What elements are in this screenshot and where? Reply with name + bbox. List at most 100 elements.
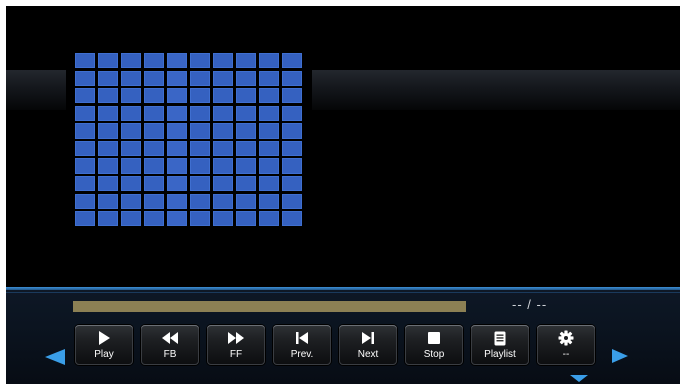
settings-button[interactable]: --: [537, 325, 595, 365]
thumbnail-tile: [282, 211, 302, 227]
thumbnail-tile: [144, 158, 164, 174]
fast-forward-button[interactable]: FF: [207, 325, 265, 365]
thumbnail-tile: [213, 70, 233, 86]
thumbnail-tile: [98, 140, 118, 157]
thumbnail-tile: [236, 176, 256, 192]
thumbnail-tile: [282, 123, 302, 139]
thumbnail-tile: [121, 105, 141, 121]
play-button[interactable]: Play: [75, 325, 133, 365]
thumbnail-tile: [98, 53, 118, 69]
thumbnail-tile: [236, 70, 256, 86]
thumbnail-tile: [167, 176, 187, 192]
thumbnail-tile: [190, 53, 210, 69]
fast-backward-button[interactable]: FB: [141, 325, 199, 365]
thumbnail-tile: [213, 158, 233, 174]
play-icon: [75, 329, 133, 347]
thumbnail-tile: [98, 176, 118, 192]
thumbnail-tile: [236, 193, 256, 209]
thumbnail-tile: [236, 53, 256, 69]
thumbnail-tile: [98, 158, 118, 174]
thumbnail-tile: [121, 123, 141, 139]
thumbnail-tile: [259, 140, 279, 157]
fast-forward-icon: [207, 329, 265, 347]
thumbnail-tile: [121, 211, 141, 227]
thumbnail-tile: [259, 105, 279, 121]
thumbnail-tile: [121, 158, 141, 174]
thumbnail-tile: [75, 53, 95, 69]
playlist-icon: [471, 329, 529, 347]
thumbnail-tile: [213, 176, 233, 192]
thumbnail-tile: [282, 158, 302, 174]
thumbnail-tile: [167, 88, 187, 104]
thumbnail-tile: [213, 140, 233, 157]
expand-down-arrow-icon[interactable]: [570, 375, 588, 382]
thumbnail-tile: [98, 88, 118, 104]
thumbnail-tile: [236, 105, 256, 121]
thumbnail-tile: [75, 123, 95, 139]
stop-button[interactable]: Stop: [405, 325, 463, 365]
thumbnail-tile: [121, 140, 141, 157]
panel-divider: [6, 287, 680, 290]
next-button[interactable]: Next: [339, 325, 397, 365]
fast-backward-button-label: FB: [163, 349, 177, 360]
thumbnail-tile: [282, 70, 302, 86]
thumbnail-tile: [167, 53, 187, 69]
thumbnail-tile: [282, 88, 302, 104]
media-player-screen: -- / -- Play FB FF Prev. Next Stop Playl…: [6, 6, 680, 384]
thumbnail-tile: [236, 211, 256, 227]
thumbnail-tile: [121, 70, 141, 86]
thumbnail-tile: [190, 88, 210, 104]
thumbnail-tile: [259, 193, 279, 209]
thumbnail-tile: [75, 140, 95, 157]
playlist-button-label: Playlist: [484, 349, 516, 360]
playlist-button[interactable]: Playlist: [471, 325, 529, 365]
scroll-right-arrow-icon[interactable]: [612, 349, 628, 363]
thumbnail-tile: [98, 70, 118, 86]
thumbnail-tile: [190, 105, 210, 121]
thumbnail-tile: [121, 88, 141, 104]
previous-button-label: Prev.: [290, 349, 314, 360]
skip-next-icon: [339, 329, 397, 347]
thumbnail-tile: [121, 176, 141, 192]
fast-backward-icon: [141, 329, 199, 347]
stop-icon: [405, 329, 463, 347]
thumbnail-tile: [282, 176, 302, 192]
thumbnail-tile: [144, 211, 164, 227]
thumbnail-tile: [167, 140, 187, 157]
thumbnail-tile: [190, 211, 210, 227]
thumbnail-tile: [75, 193, 95, 209]
thumbnail-tile: [75, 158, 95, 174]
thumbnail-tile: [213, 88, 233, 104]
thumbnail-tile: [282, 140, 302, 157]
thumbnail-tile: [144, 140, 164, 157]
thumbnail-tile: [144, 123, 164, 139]
thumbnail-tile: [98, 211, 118, 227]
thumbnail-tile: [98, 105, 118, 121]
stop-button-label: Stop: [423, 349, 445, 360]
thumbnail-tile: [167, 105, 187, 121]
time-display: -- / --: [512, 297, 548, 312]
thumbnail-tile: [144, 53, 164, 69]
thumbnail-tile: [167, 70, 187, 86]
gear-icon: [537, 329, 595, 347]
fast-forward-button-label: FF: [229, 349, 243, 360]
thumbnail-tile: [167, 211, 187, 227]
thumbnail-tile: [121, 193, 141, 209]
thumbnail-tile: [75, 70, 95, 86]
thumbnail-tile: [190, 140, 210, 157]
header-band-left: [6, 70, 66, 110]
scroll-left-arrow-icon[interactable]: [45, 349, 65, 365]
thumbnail-tile: [259, 123, 279, 139]
thumbnail-tile: [259, 88, 279, 104]
thumbnail-tile: [282, 105, 302, 121]
thumbnail-tile: [236, 123, 256, 139]
thumbnail-tile: [144, 105, 164, 121]
progress-bar[interactable]: [73, 301, 466, 312]
thumbnail-tile: [98, 193, 118, 209]
skip-previous-icon: [273, 329, 331, 347]
thumbnail-tile: [190, 70, 210, 86]
settings-button-label: --: [562, 349, 570, 360]
previous-button[interactable]: Prev.: [273, 325, 331, 365]
thumbnail-tile: [213, 193, 233, 209]
thumbnail-tile: [75, 176, 95, 192]
